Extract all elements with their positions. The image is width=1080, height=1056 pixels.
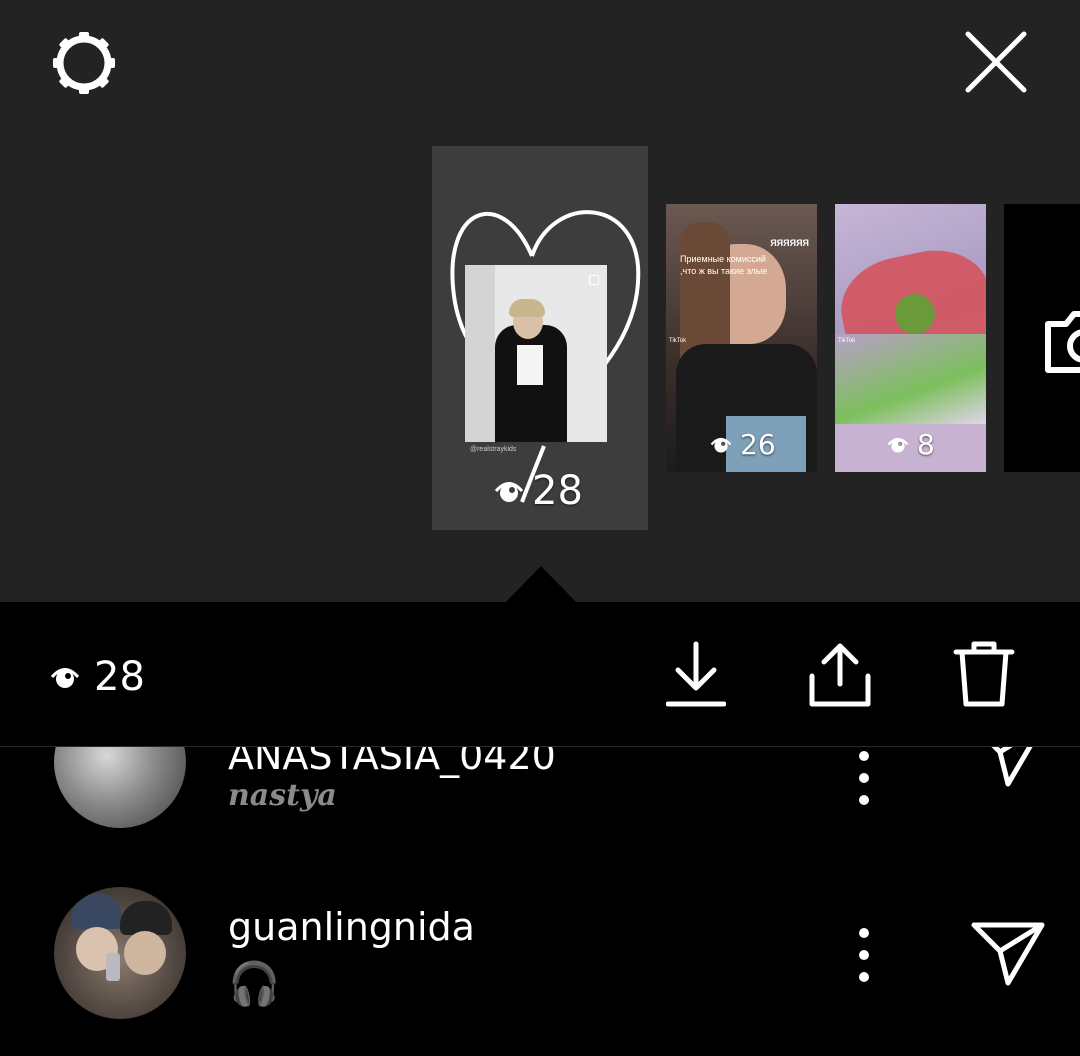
story-thumbnail[interactable]: ЯЯЯЯЯЯ Приемные комиссий ,что ж вы такие… — [666, 204, 817, 472]
eye-icon — [50, 668, 80, 688]
download-icon[interactable] — [666, 640, 726, 710]
story-photo — [465, 265, 607, 442]
gear-icon[interactable] — [50, 29, 118, 97]
story-views-count: 8 — [917, 428, 935, 461]
viewer-subtitle: nastya — [228, 778, 337, 813]
story-thumbnail[interactable]: TikTok 8 — [835, 204, 986, 472]
story-views: 28 — [494, 468, 583, 514]
send-message-icon[interactable] — [970, 917, 1046, 987]
story-overlay-text: Приемные комиссий — [680, 254, 766, 264]
action-bar-mask — [0, 602, 1080, 747]
viewer-username[interactable]: guanlingnida — [228, 905, 475, 949]
story-views-count: 26 — [740, 428, 776, 461]
add-story-button[interactable] — [1004, 204, 1080, 472]
selection-pointer — [505, 566, 577, 603]
story-thumbnail-selected[interactable]: @realstraykids 28 — [432, 146, 648, 530]
share-icon[interactable] — [808, 640, 872, 710]
story-overlay-heading: ЯЯЯЯЯЯ — [770, 238, 809, 248]
story-views-count: 28 — [532, 468, 583, 514]
eye-icon — [887, 437, 909, 453]
close-icon[interactable] — [962, 28, 1030, 96]
views-summary[interactable]: 28 — [50, 654, 145, 700]
story-overlay-text: ,что ж вы такие злые — [680, 266, 768, 276]
tiktok-badge: TikTok — [669, 338, 687, 344]
story-views: 8 — [887, 428, 935, 461]
trash-icon[interactable] — [952, 638, 1016, 710]
views-count: 28 — [94, 654, 145, 700]
eye-icon — [710, 437, 732, 453]
tiktok-badge: TikTok — [838, 338, 856, 344]
story-caption: @realstraykids — [470, 446, 517, 453]
more-options-icon[interactable] — [852, 748, 876, 808]
story-views: 26 — [710, 428, 776, 461]
viewer-row[interactable]: guanlingnida 🎧 — [0, 887, 1080, 1027]
more-options-icon[interactable] — [852, 925, 876, 985]
eye-icon — [494, 482, 524, 502]
camera-icon — [1045, 311, 1080, 373]
avatar[interactable] — [54, 887, 186, 1019]
viewer-subtitle: 🎧 — [228, 959, 281, 1008]
